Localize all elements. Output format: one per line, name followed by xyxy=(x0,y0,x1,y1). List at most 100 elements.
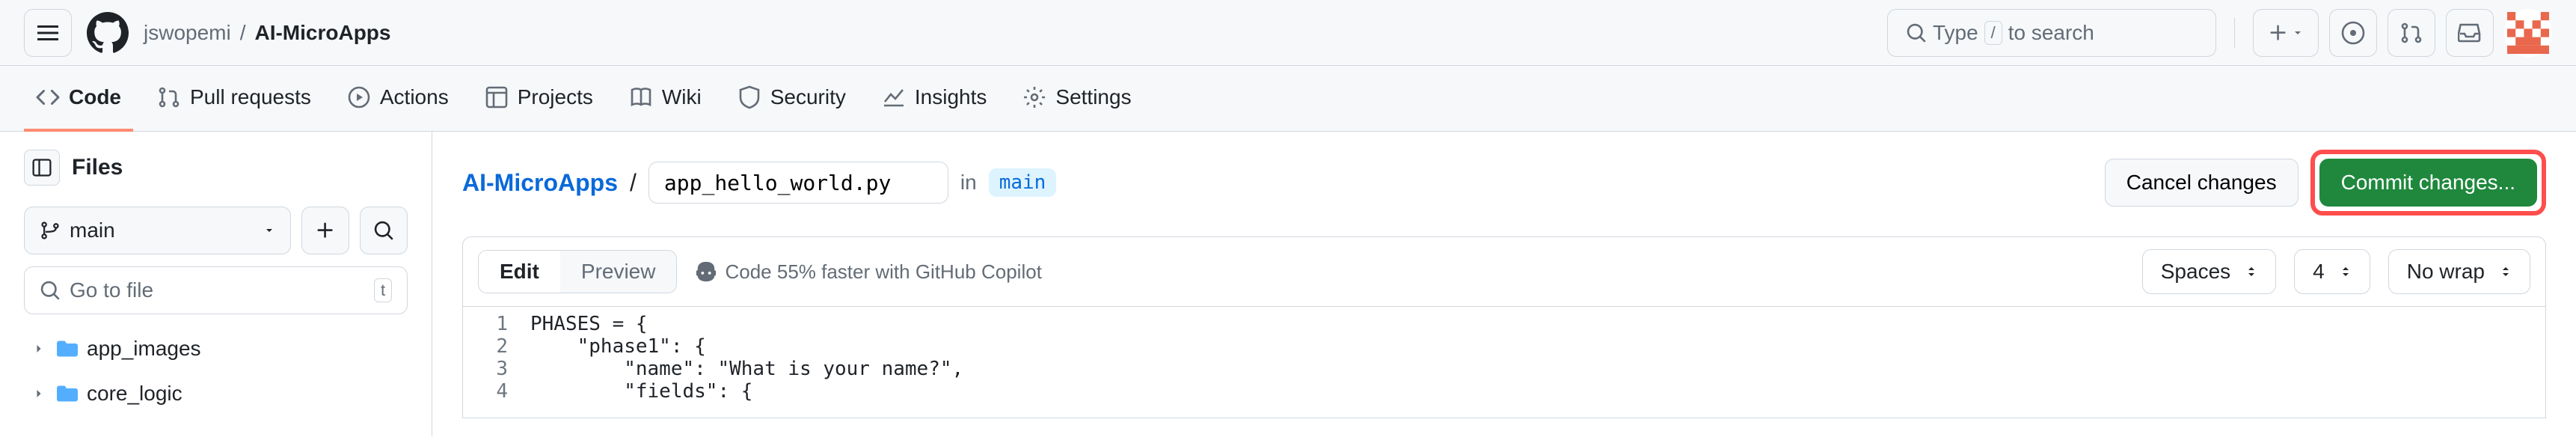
copilot-icon xyxy=(695,260,717,283)
line-content: "phase1": { xyxy=(530,335,706,358)
notifications-button[interactable] xyxy=(2446,9,2494,57)
nav-code[interactable]: Code xyxy=(24,66,133,132)
file-filter-input[interactable]: Go to file t xyxy=(24,266,408,314)
search-kbd: / xyxy=(1984,21,2002,45)
code-icon xyxy=(36,85,60,109)
line-number: 3 xyxy=(463,358,530,380)
path-repo-link[interactable]: AI-MicroApps xyxy=(462,169,618,197)
commit-highlight: Commit changes... xyxy=(2310,150,2546,216)
issues-button[interactable] xyxy=(2329,9,2377,57)
line-content: "name": "What is your name?", xyxy=(530,358,963,380)
tab-edit[interactable]: Edit xyxy=(479,251,560,293)
code-line: 2 "phase1": { xyxy=(463,335,2545,358)
sort-icon xyxy=(2245,266,2257,278)
wrap-value: No wrap xyxy=(2407,260,2485,284)
branch-icon xyxy=(40,220,61,241)
indent-mode-value: Spaces xyxy=(2161,260,2230,284)
folder-icon xyxy=(57,383,78,404)
triangle-down-icon xyxy=(263,224,275,236)
commit-changes-button[interactable]: Commit changes... xyxy=(2319,159,2537,207)
file-sidebar: Files main Go to file t xyxy=(0,132,432,436)
editor-toolbar: Edit Preview Code 55% faster with GitHub… xyxy=(462,236,2546,307)
nav-actions[interactable]: Actions xyxy=(335,66,461,132)
user-avatar[interactable] xyxy=(2504,9,2552,57)
line-number: 4 xyxy=(463,380,530,403)
search-placeholder-pre: Type xyxy=(1933,21,1978,45)
indent-mode-select[interactable]: Spaces xyxy=(2142,249,2276,294)
plus-icon xyxy=(2268,22,2289,43)
nav-pull-requests[interactable]: Pull requests xyxy=(145,66,323,132)
indent-size-value: 4 xyxy=(2313,260,2325,284)
file-tree: app_images core_logic xyxy=(24,329,408,413)
sidebar-toggle-button[interactable] xyxy=(24,150,60,186)
nav-label: Settings xyxy=(1055,85,1131,109)
triangle-down-icon xyxy=(2292,27,2304,39)
sidebar-title: Files xyxy=(72,155,123,180)
tree-item-folder[interactable]: app_images xyxy=(24,329,408,368)
branch-select[interactable]: main xyxy=(24,207,291,254)
path-separator: / xyxy=(630,169,637,197)
nav-wiki[interactable]: Wiki xyxy=(617,66,714,132)
nav-label: Projects xyxy=(518,85,593,109)
breadcrumb-separator: / xyxy=(240,21,246,45)
add-file-button[interactable] xyxy=(301,207,349,254)
breadcrumb-owner[interactable]: jswopemi xyxy=(144,21,231,45)
nav-security[interactable]: Security xyxy=(726,66,858,132)
github-icon xyxy=(87,12,129,54)
nav-label: Security xyxy=(770,85,846,109)
create-new-button[interactable] xyxy=(2253,9,2319,57)
play-icon xyxy=(347,85,371,109)
search-input[interactable]: Type / to search xyxy=(1887,9,2216,57)
code-editor[interactable]: 1 PHASES = { 2 "phase1": { 3 "name": "Wh… xyxy=(462,307,2546,418)
graph-icon xyxy=(882,85,906,109)
indent-size-select[interactable]: 4 xyxy=(2294,249,2370,294)
line-content: PHASES = { xyxy=(530,313,648,335)
pull-request-icon xyxy=(2399,21,2423,45)
wrap-select[interactable]: No wrap xyxy=(2388,249,2530,294)
inbox-icon xyxy=(2458,21,2482,45)
in-text: in xyxy=(960,171,977,195)
pull-requests-button[interactable] xyxy=(2388,9,2435,57)
nav-insights[interactable]: Insights xyxy=(870,66,999,132)
filter-placeholder: Go to file xyxy=(70,278,153,302)
branch-name: main xyxy=(70,219,115,242)
search-files-button[interactable] xyxy=(360,207,408,254)
editor-tabs: Edit Preview xyxy=(478,250,677,293)
gear-icon xyxy=(1022,85,1046,109)
chevron-right-icon xyxy=(30,386,48,401)
folder-icon xyxy=(57,338,78,359)
tree-item-folder[interactable]: core_logic xyxy=(24,374,408,413)
avatar-icon xyxy=(2507,12,2549,54)
nav-label: Code xyxy=(69,85,121,109)
book-icon xyxy=(629,85,653,109)
top-actions xyxy=(2253,9,2552,57)
nav-settings[interactable]: Settings xyxy=(1011,66,1143,132)
nav-projects[interactable]: Projects xyxy=(473,66,605,132)
global-header: jswopemi / AI-MicroApps Type / to search xyxy=(0,0,2576,66)
breadcrumb-repo[interactable]: AI-MicroApps xyxy=(254,21,390,45)
tree-item-name: core_logic xyxy=(87,382,183,406)
github-logo[interactable] xyxy=(84,9,132,57)
line-number: 1 xyxy=(463,313,530,335)
line-content: "fields": { xyxy=(530,380,752,403)
filter-kbd: t xyxy=(374,278,392,302)
nav-label: Insights xyxy=(915,85,987,109)
nav-label: Actions xyxy=(380,85,449,109)
sidebar-collapse-icon xyxy=(31,157,52,178)
tab-preview[interactable]: Preview xyxy=(560,251,677,293)
hamburger-icon xyxy=(36,21,60,45)
branch-badge[interactable]: main xyxy=(989,168,1057,197)
copilot-promo[interactable]: Code 55% faster with GitHub Copilot xyxy=(695,260,1041,284)
pull-request-icon xyxy=(157,85,181,109)
project-icon xyxy=(485,85,509,109)
chevron-right-icon xyxy=(30,341,48,356)
search-placeholder-post: to search xyxy=(2008,21,2094,45)
nav-label: Wiki xyxy=(662,85,702,109)
shield-icon xyxy=(737,85,761,109)
hamburger-menu-button[interactable] xyxy=(24,9,72,57)
cancel-changes-button[interactable]: Cancel changes xyxy=(2105,159,2299,207)
filename-input[interactable] xyxy=(648,162,948,204)
line-number: 2 xyxy=(463,335,530,358)
issue-icon xyxy=(2341,21,2365,45)
code-line: 3 "name": "What is your name?", xyxy=(463,358,2545,380)
